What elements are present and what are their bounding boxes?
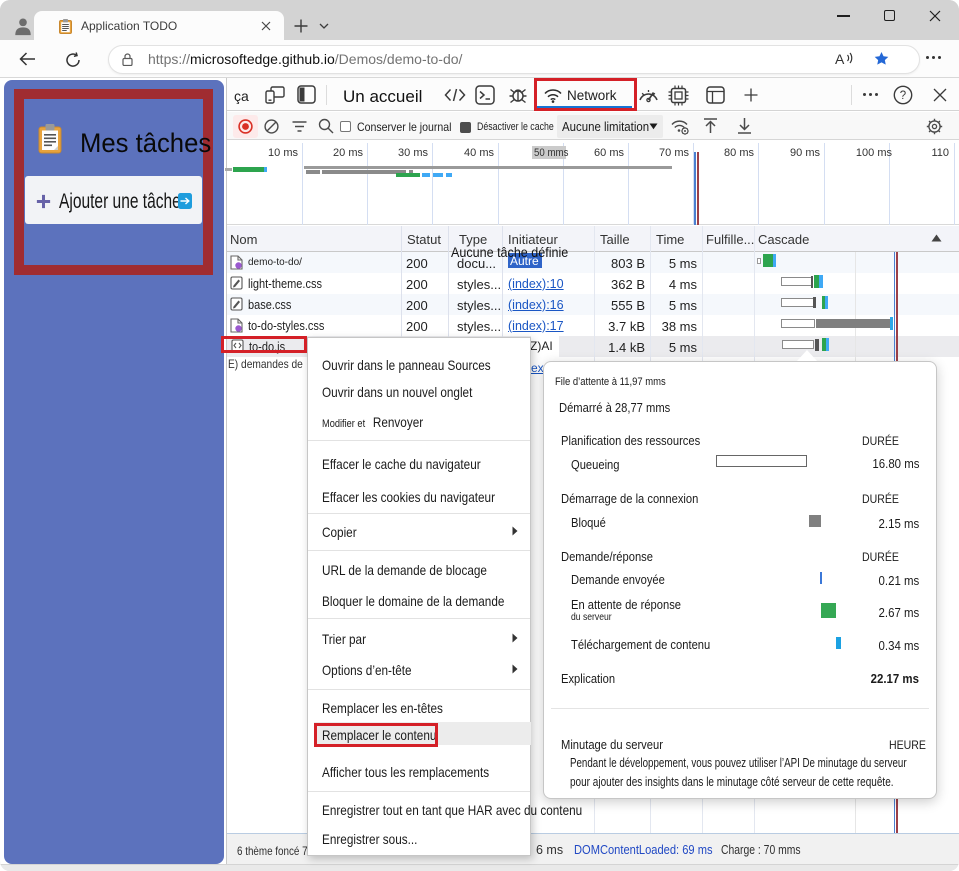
- svg-text:A: A: [835, 51, 845, 66]
- svg-text:?: ?: [900, 90, 906, 102]
